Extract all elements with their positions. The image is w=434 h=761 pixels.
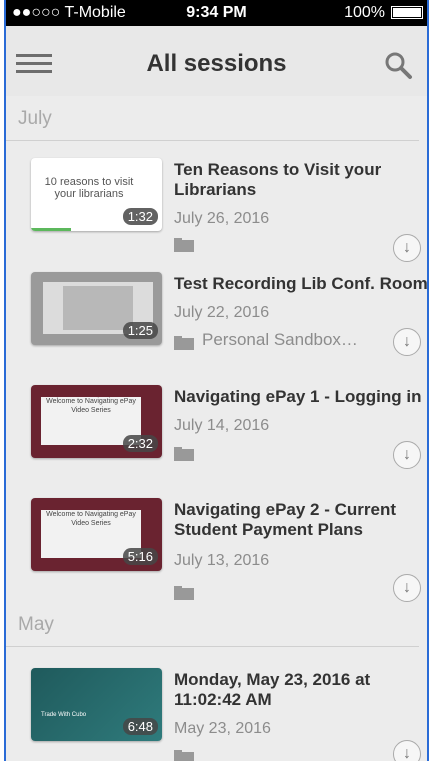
session-item[interactable]: 1:25 Test Recording Lib Conf. Room July … bbox=[6, 272, 427, 382]
duration-badge: 2:32 bbox=[122, 435, 158, 452]
battery-percent: 100% bbox=[344, 4, 385, 21]
download-button[interactable] bbox=[393, 740, 421, 761]
folder-icon bbox=[174, 238, 194, 252]
folder-icon bbox=[174, 447, 194, 461]
app-frame: ●●○○○ T-Mobile 9:34 PM 100% All sessions… bbox=[4, 0, 429, 761]
folder-icon bbox=[174, 750, 194, 761]
duration-badge: 5:16 bbox=[122, 548, 158, 565]
divider bbox=[6, 646, 419, 647]
folder-label[interactable]: Personal Sandbox… bbox=[202, 330, 358, 350]
session-title[interactable]: Navigating ePay 1 - Logging in bbox=[174, 387, 427, 407]
session-item[interactable]: Trade With Cubo 6:48 Monday, May 23, 201… bbox=[6, 668, 427, 761]
nav-bar: All sessions bbox=[6, 26, 427, 96]
thumbnail-caption: Trade With Cubo bbox=[41, 712, 87, 718]
duration-badge: 1:32 bbox=[122, 208, 158, 225]
folder-icon bbox=[174, 586, 194, 600]
download-button[interactable] bbox=[393, 328, 421, 356]
session-date: July 14, 2016 bbox=[174, 417, 270, 434]
session-date: May 23, 2016 bbox=[174, 720, 271, 737]
session-item[interactable]: 10 reasons to visit your librarians 1:32… bbox=[6, 158, 427, 268]
session-item[interactable]: Welcome to Navigating ePay Video Series … bbox=[6, 498, 427, 608]
session-thumbnail[interactable]: 1:25 bbox=[31, 272, 162, 345]
download-button[interactable] bbox=[393, 441, 421, 469]
download-button[interactable] bbox=[393, 234, 421, 262]
thumbnail-caption: 10 reasons to visit your librarians bbox=[44, 176, 134, 200]
duration-badge: 1:25 bbox=[122, 322, 158, 339]
section-label: May bbox=[18, 614, 54, 635]
session-title[interactable]: Monday, May 23, 2016 at 11:02:42 AM bbox=[174, 670, 427, 710]
session-date: July 26, 2016 bbox=[174, 210, 270, 227]
session-thumbnail[interactable]: Welcome to Navigating ePay Video Series … bbox=[31, 498, 162, 571]
folder-icon bbox=[174, 336, 194, 350]
session-date: July 13, 2016 bbox=[174, 552, 270, 569]
session-date: July 22, 2016 bbox=[174, 304, 270, 321]
duration-badge: 6:48 bbox=[122, 718, 158, 735]
download-button[interactable] bbox=[393, 574, 421, 602]
session-thumbnail[interactable]: Trade With Cubo 6:48 bbox=[31, 668, 162, 741]
session-thumbnail[interactable]: Welcome to Navigating ePay Video Series … bbox=[31, 385, 162, 458]
session-thumbnail[interactable]: 10 reasons to visit your librarians 1:32 bbox=[31, 158, 162, 231]
session-title[interactable]: Test Recording Lib Conf. Room bbox=[174, 274, 427, 294]
session-item[interactable]: Welcome to Navigating ePay Video Series … bbox=[6, 385, 427, 495]
search-icon[interactable] bbox=[383, 50, 413, 80]
progress-bar bbox=[31, 228, 71, 231]
session-title[interactable]: Navigating ePay 2 - Current Student Paym… bbox=[174, 500, 427, 540]
page-title: All sessions bbox=[146, 50, 287, 77]
session-title[interactable]: Ten Reasons to Visit your Librarians bbox=[174, 160, 427, 200]
battery-icon bbox=[391, 6, 423, 19]
status-bar: ●●○○○ T-Mobile 9:34 PM 100% bbox=[6, 0, 427, 26]
section-label: July bbox=[18, 108, 52, 129]
divider bbox=[6, 140, 419, 141]
